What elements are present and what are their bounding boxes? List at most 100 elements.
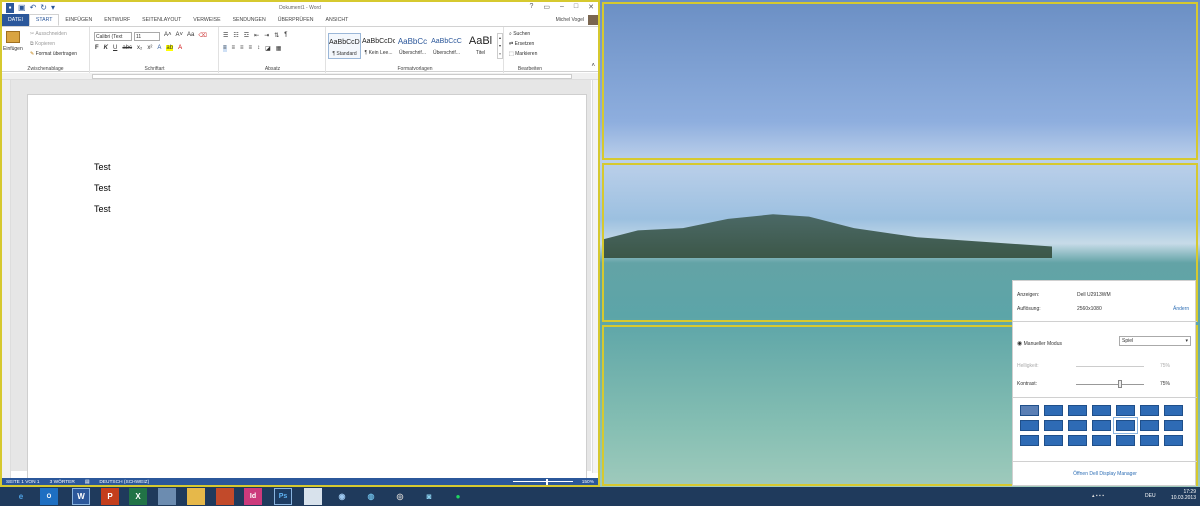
- manual-mode-radio[interactable]: ◉ Manueller Modus: [1017, 340, 1062, 347]
- italic-icon[interactable]: K: [104, 45, 108, 51]
- clear-format-icon[interactable]: ⌫: [198, 32, 206, 39]
- paste-button[interactable]: Einfügen: [3, 46, 23, 52]
- document-line[interactable]: Test: [94, 204, 111, 214]
- highlight-icon[interactable]: ab: [166, 45, 174, 51]
- word-icon[interactable]: W: [72, 488, 90, 505]
- shrink-font-icon[interactable]: A˅: [176, 32, 184, 39]
- text-effects-icon[interactable]: A: [157, 45, 161, 51]
- strikethrough-icon[interactable]: abc: [122, 45, 132, 51]
- ie-icon[interactable]: e: [12, 488, 30, 505]
- layout-tile[interactable]: [1092, 420, 1111, 431]
- app-icon[interactable]: [216, 488, 234, 505]
- style-heading-1[interactable]: AaBbCc Überschrif...: [396, 33, 429, 59]
- layout-tile[interactable]: [1068, 405, 1087, 416]
- minimize-icon[interactable]: –: [560, 3, 564, 11]
- tab-verweise[interactable]: VERWEISE: [187, 14, 226, 26]
- help-icon[interactable]: ?: [529, 3, 533, 11]
- clock[interactable]: 17:29 10.03.2013: [1171, 489, 1196, 501]
- bullets-icon[interactable]: ☰: [223, 32, 228, 39]
- style-title[interactable]: AaBl Titel: [464, 33, 497, 59]
- zoom-slider-thumb[interactable]: [546, 479, 548, 485]
- layout-tile[interactable]: [1020, 435, 1039, 446]
- zoom-slider[interactable]: [513, 481, 573, 482]
- layout-tile[interactable]: [1116, 435, 1135, 446]
- underline-icon[interactable]: U: [113, 45, 117, 51]
- paste-icon[interactable]: [6, 31, 20, 43]
- vertical-ruler[interactable]: [2, 80, 11, 478]
- tab-entwurf[interactable]: ENTWURF: [98, 14, 136, 26]
- subscript-icon[interactable]: x₂: [137, 45, 142, 51]
- style-heading-2[interactable]: AaBbCcC Überschrif...: [430, 33, 463, 59]
- layout-tile-selected[interactable]: [1113, 417, 1138, 434]
- status-words[interactable]: 3 WÖRTER: [50, 480, 75, 485]
- layout-tile[interactable]: [1140, 405, 1159, 416]
- language-indicator[interactable]: DEU: [1145, 493, 1156, 499]
- collapse-ribbon-icon[interactable]: ˄: [591, 63, 595, 69]
- layout-none[interactable]: [1020, 405, 1039, 416]
- font-color-icon[interactable]: A: [178, 45, 182, 51]
- close-icon[interactable]: ✕: [588, 3, 594, 11]
- tab-start[interactable]: START: [28, 14, 60, 26]
- layout-tile[interactable]: [1140, 420, 1159, 431]
- layout-tile[interactable]: [1044, 435, 1063, 446]
- replace-button[interactable]: ⇄ Ersetzen: [509, 41, 534, 47]
- user-name[interactable]: Michel Vogel: [556, 17, 584, 23]
- justify-icon[interactable]: ≡: [249, 45, 253, 52]
- increase-indent-icon[interactable]: ⇥: [264, 32, 269, 39]
- maximize-icon[interactable]: □: [574, 3, 578, 11]
- app-icon[interactable]: [304, 488, 322, 505]
- contrast-slider[interactable]: [1076, 384, 1144, 385]
- tab-datei[interactable]: DATEI: [2, 14, 29, 26]
- sort-icon[interactable]: ⇅: [274, 32, 279, 39]
- status-zoom[interactable]: 150%: [582, 480, 594, 485]
- status-language[interactable]: DEUTSCH (SCHWEIZ): [99, 480, 149, 485]
- tab-ueberpruefen[interactable]: ÜBERPRÜFEN: [272, 14, 320, 26]
- ribbon-options-icon[interactable]: ▭: [543, 3, 550, 11]
- layout-tile[interactable]: [1068, 420, 1087, 431]
- layout-tile[interactable]: [1140, 435, 1159, 446]
- status-page[interactable]: SEITE 1 VON 1: [6, 480, 40, 485]
- style-no-spacing[interactable]: AaBbCcDc ¶ Kein Lee...: [362, 33, 395, 59]
- spotify-icon[interactable]: ●: [449, 488, 467, 505]
- styles-scroll[interactable]: ▴ ▾ ▿: [497, 33, 503, 59]
- grow-font-icon[interactable]: A˄: [164, 32, 172, 39]
- tab-sendungen[interactable]: SENDUNGEN: [227, 14, 272, 26]
- powerpoint-icon[interactable]: P: [101, 488, 119, 505]
- copy-button[interactable]: ⧉ Kopieren: [30, 41, 55, 47]
- tray-icons[interactable]: ▴ ▪ ▪ ▪: [1092, 493, 1104, 499]
- align-right-icon[interactable]: ≡: [240, 45, 244, 52]
- contrast-slider-thumb[interactable]: [1118, 380, 1122, 388]
- excel-icon[interactable]: X: [129, 488, 147, 505]
- vertical-scrollbar[interactable]: [592, 80, 598, 473]
- style-standard[interactable]: AaBbCcDc ¶ Standard: [328, 33, 361, 59]
- format-painter-button[interactable]: ✎ Format übertragen: [30, 51, 77, 57]
- layout-tile[interactable]: [1092, 405, 1111, 416]
- align-left-icon[interactable]: ≡: [223, 45, 227, 52]
- find-button[interactable]: ⌕ Suchen: [509, 31, 530, 37]
- layout-tile[interactable]: [1164, 405, 1183, 416]
- tab-ansicht[interactable]: ANSICHT: [319, 14, 354, 26]
- photoshop-icon[interactable]: Ps: [274, 488, 292, 505]
- app-icon[interactable]: ◙: [420, 488, 438, 505]
- line-spacing-icon[interactable]: ↕: [257, 45, 260, 52]
- borders-icon[interactable]: ▦: [276, 45, 282, 52]
- layout-tile[interactable]: [1164, 435, 1183, 446]
- font-size-select[interactable]: 11: [134, 32, 160, 41]
- mode-select[interactable]: Spiel ▾: [1119, 336, 1191, 346]
- layout-tile[interactable]: [1068, 435, 1087, 446]
- tab-seitenlayout[interactable]: SEITENLAYOUT: [136, 14, 187, 26]
- multilevel-icon[interactable]: ☲: [244, 32, 249, 39]
- select-button[interactable]: ⬚ Markieren: [509, 51, 537, 57]
- document-line[interactable]: Test: [94, 162, 111, 172]
- outlook-icon[interactable]: O: [40, 488, 58, 505]
- tab-einfuegen[interactable]: EINFÜGEN: [59, 14, 98, 26]
- layout-tile[interactable]: [1020, 420, 1039, 431]
- avatar[interactable]: [588, 15, 598, 25]
- proofing-icon[interactable]: ▤: [85, 480, 90, 485]
- app-icon[interactable]: ◎: [391, 488, 409, 505]
- brightness-slider[interactable]: [1076, 366, 1144, 367]
- display-zone-top[interactable]: [602, 2, 1198, 160]
- explorer-icon[interactable]: [187, 488, 205, 505]
- layout-tile[interactable]: [1044, 420, 1063, 431]
- horizontal-ruler[interactable]: [2, 73, 598, 80]
